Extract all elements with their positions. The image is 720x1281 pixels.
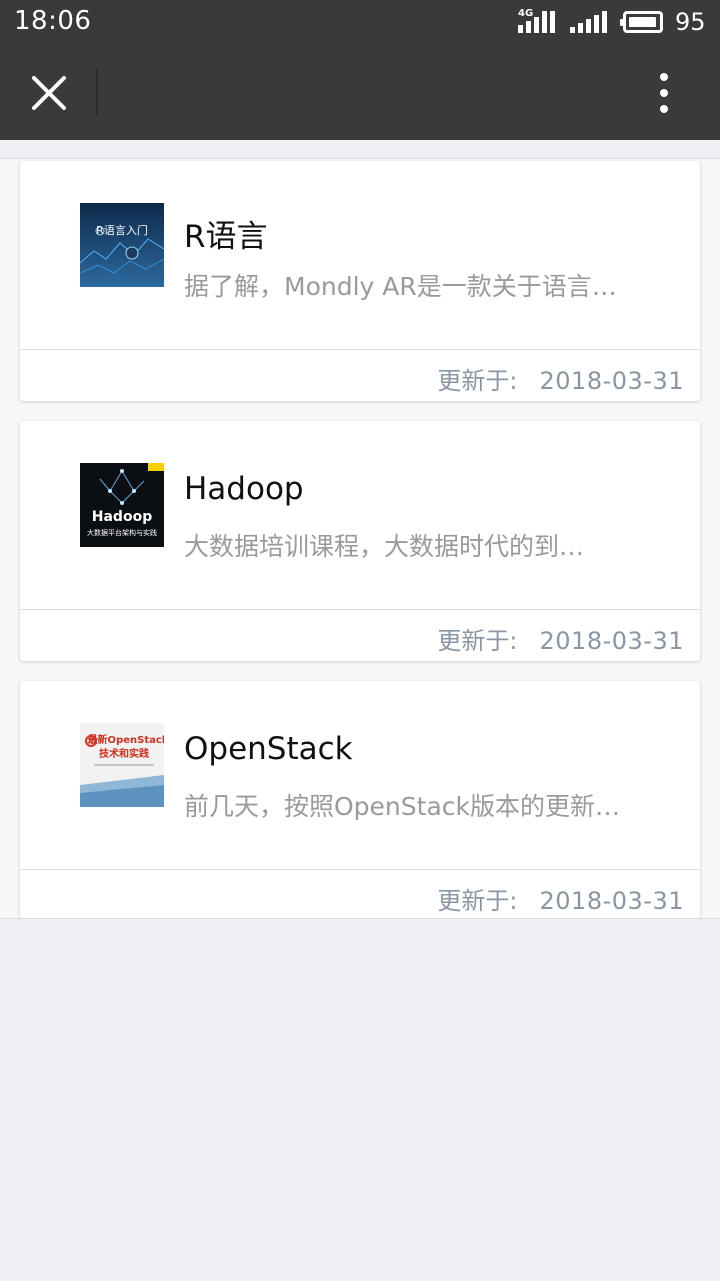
card-divider: [20, 869, 700, 870]
svg-text:大数据平台架构与实践: 大数据平台架构与实践: [87, 528, 157, 537]
article-thumbnail: 最新OpenStack 技术和实践: [80, 723, 164, 807]
article-description: 据了解，Mondly AR是一款关于语言…: [184, 272, 617, 301]
updated-label: 更新于:: [437, 627, 518, 655]
article-thumbnail: R语言入门: [80, 203, 164, 287]
battery-icon: [620, 11, 663, 33]
more-vertical-icon: [660, 73, 668, 113]
toolbar-divider: [96, 68, 98, 116]
article-description: 大数据培训课程，大数据时代的到…: [184, 532, 585, 561]
status-bar: 18:06 4G 95: [0, 0, 720, 44]
article-list: R语言入门 R语言 据了解，Mondly AR是一款关于语言… 更新于: 2018…: [0, 158, 720, 921]
article-title: Hadoop: [184, 471, 304, 507]
article-thumbnail: Hadoop 大数据平台架构与实践: [80, 463, 164, 547]
more-options-button[interactable]: [642, 66, 686, 120]
empty-area: [0, 918, 720, 1281]
signal-icon: [570, 11, 608, 33]
article-card[interactable]: 最新OpenStack 技术和实践 OpenStack 前几天，按照OpenSt…: [20, 681, 700, 921]
svg-text:技术和实践: 技术和实践: [99, 747, 149, 760]
card-divider: [20, 609, 700, 610]
close-button[interactable]: [22, 66, 76, 120]
article-date: 2018-03-31: [539, 887, 684, 915]
article-title: OpenStack: [184, 731, 353, 767]
article-update-info: 更新于: 2018-03-31: [437, 881, 684, 916]
article-card[interactable]: Hadoop 大数据平台架构与实践 Hadoop 大数据培训课程，大数据时代的到…: [20, 421, 700, 661]
card-divider: [20, 349, 700, 350]
title-bar: [0, 44, 720, 140]
article-date: 2018-03-31: [539, 627, 684, 655]
updated-label: 更新于:: [437, 367, 518, 395]
signal-4g-icon: [518, 11, 555, 33]
updated-label: 更新于:: [437, 887, 518, 915]
article-title: R语言: [184, 219, 268, 255]
article-date: 2018-03-31: [539, 367, 684, 395]
article-description: 前几天，按照OpenStack版本的更新…: [184, 792, 620, 821]
svg-text:最新OpenStack: 最新OpenStack: [88, 733, 164, 746]
battery-level: 95: [675, 8, 706, 36]
status-time: 18:06: [14, 6, 92, 36]
article-card[interactable]: R语言入门 R语言 据了解，Mondly AR是一款关于语言… 更新于: 2018…: [20, 161, 700, 401]
article-update-info: 更新于: 2018-03-31: [437, 361, 684, 396]
svg-text:R语言入门: R语言入门: [96, 223, 148, 237]
article-update-info: 更新于: 2018-03-31: [437, 621, 684, 656]
svg-text:Hadoop: Hadoop: [92, 509, 152, 525]
close-icon: [32, 76, 66, 110]
